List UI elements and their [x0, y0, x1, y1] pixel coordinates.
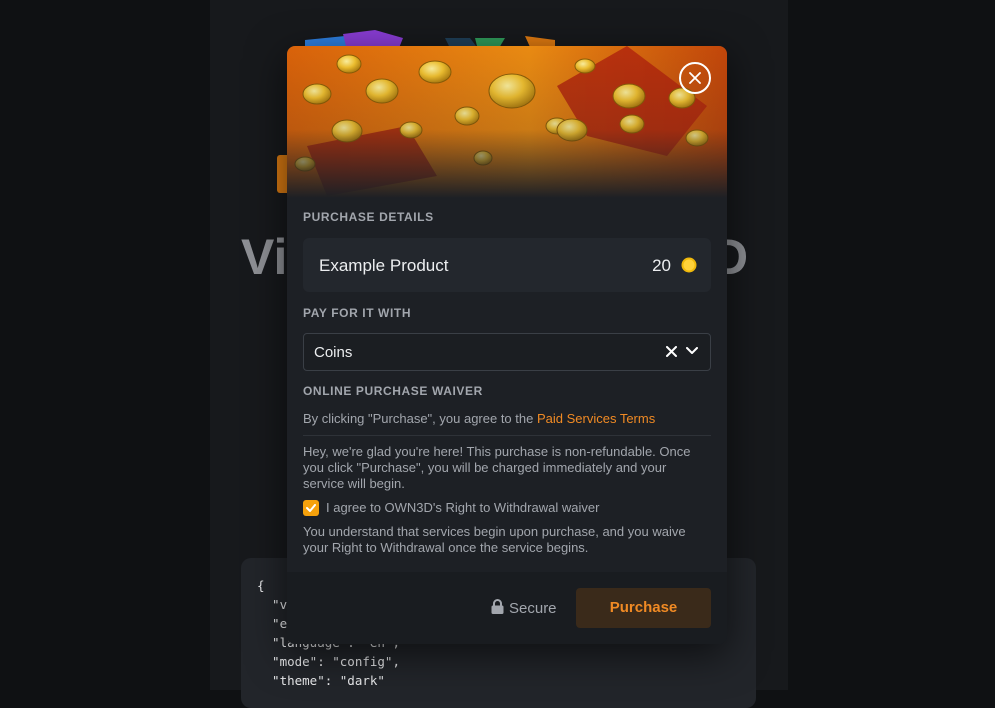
code-line: "e [257, 616, 288, 631]
code-line: "theme": "dark" [257, 673, 385, 688]
refund-notice: Hey, we're glad you're here! This purcha… [303, 444, 691, 491]
modal-footer: Secure Purchase [287, 572, 727, 644]
checkmark-icon [306, 504, 316, 512]
pay-with-label: PAY FOR IT WITH [303, 306, 412, 320]
chevron-down-icon[interactable] [686, 347, 698, 355]
paid-services-terms-link[interactable]: Paid Services Terms [537, 411, 655, 426]
close-icon [689, 72, 701, 84]
code-line: { [257, 578, 265, 593]
coin-icon [681, 257, 697, 273]
secure-label: Secure [509, 600, 557, 617]
clear-icon[interactable] [666, 346, 677, 357]
purchase-modal: PURCHASE DETAILS Example Product 20 PAY … [287, 46, 727, 644]
coins-banner-image [287, 46, 727, 198]
understand-notice: You understand that services begin upon … [303, 524, 686, 555]
purchase-details-label: PURCHASE DETAILS [303, 210, 434, 224]
terms-prefix: By clicking "Purchase", you agree to the [303, 411, 537, 426]
lock-icon [491, 599, 504, 614]
purchase-button[interactable]: Purchase [576, 588, 711, 628]
product-summary: Example Product 20 [303, 238, 711, 292]
background-title-left: Vi [241, 229, 288, 285]
product-name: Example Product [319, 256, 449, 275]
payment-method-select[interactable]: Coins [303, 333, 711, 371]
close-button[interactable] [679, 62, 711, 94]
product-price: 20 [652, 256, 671, 275]
divider [303, 435, 711, 436]
payment-method-value: Coins [314, 344, 353, 361]
waiver-checkbox-label[interactable]: I agree to OWN3D's Right to Withdrawal w… [326, 500, 599, 515]
waiver-checkbox[interactable] [303, 500, 319, 516]
terms-text: By clicking "Purchase", you agree to the… [303, 411, 655, 426]
waiver-label: ONLINE PURCHASE WAIVER [303, 384, 483, 398]
code-line: "v [257, 597, 288, 612]
code-line: "mode": "config", [257, 654, 400, 669]
